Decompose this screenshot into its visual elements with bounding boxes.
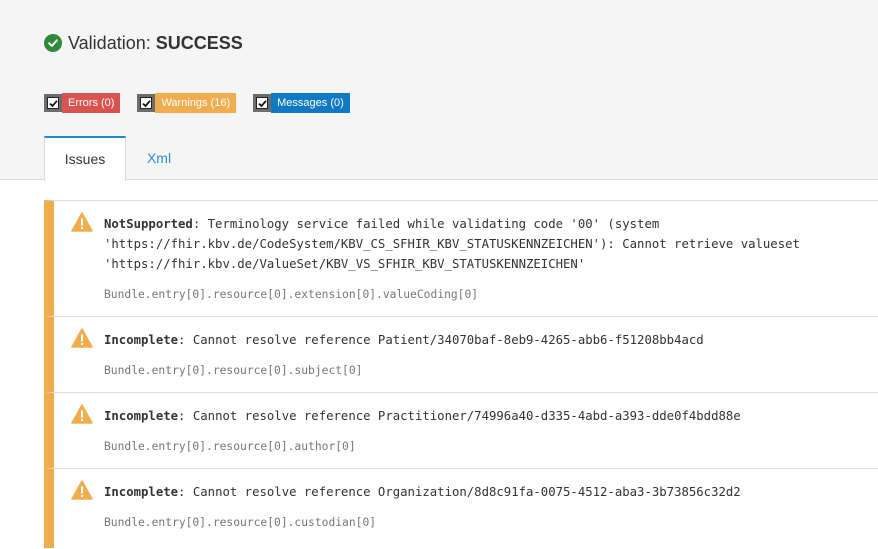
validation-label: Validation: xyxy=(68,32,151,53)
warnings-checkbox[interactable] xyxy=(137,94,156,112)
issue-item: Incomplete: Cannot resolve reference Pat… xyxy=(44,316,878,392)
issue-type: Incomplete xyxy=(104,409,179,423)
result-tabs: Issues Xml xyxy=(0,136,878,181)
issue-item: Incomplete: Cannot resolve reference Pra… xyxy=(44,392,878,468)
checkmark-icon xyxy=(256,97,269,109)
issue-path: Bundle.entry[0].resource[0].author[0] xyxy=(104,440,356,453)
issues-list: NotSupported: Terminology service failed… xyxy=(44,200,878,548)
issue-path: Bundle.entry[0].resource[0].subject[0] xyxy=(104,364,363,377)
warning-icon xyxy=(71,212,93,232)
issue-path: Bundle.entry[0].resource[0].extension[0]… xyxy=(104,288,479,301)
issue-type: Incomplete xyxy=(104,333,179,347)
validation-title: Validation: SUCCESS xyxy=(44,30,243,56)
severity-filters: Errors (0) Warnings (16) Messages (0) xyxy=(44,93,367,113)
checkmark-icon xyxy=(140,97,153,109)
validation-status: SUCCESS xyxy=(155,32,243,53)
issue-type: Incomplete xyxy=(104,485,179,499)
issue-item: Incomplete: Cannot resolve reference Org… xyxy=(44,468,878,548)
warning-icon xyxy=(71,328,93,348)
tab-issues[interactable]: Issues xyxy=(44,136,126,181)
issue-text: : Cannot resolve reference Practitioner/… xyxy=(178,409,741,423)
issue-message: Incomplete: Cannot resolve reference Pat… xyxy=(104,330,868,350)
warnings-filter[interactable]: Warnings (16) xyxy=(137,93,237,113)
checkmark-icon xyxy=(47,97,59,109)
issue-text: : Terminology service failed while valid… xyxy=(104,217,808,271)
issue-text: : Cannot resolve reference Patient/34070… xyxy=(178,333,704,347)
issue-message: Incomplete: Cannot resolve reference Org… xyxy=(104,482,868,502)
errors-label[interactable]: Errors (0) xyxy=(62,93,121,113)
issue-item: NotSupported: Terminology service failed… xyxy=(44,200,878,316)
errors-checkbox[interactable] xyxy=(44,94,62,112)
issue-type: NotSupported xyxy=(104,217,193,231)
messages-checkbox[interactable] xyxy=(253,94,272,112)
warning-icon xyxy=(71,404,93,424)
warnings-label[interactable]: Warnings (16) xyxy=(155,93,237,113)
messages-filter[interactable]: Messages (0) xyxy=(253,93,350,113)
issue-path: Bundle.entry[0].resource[0].custodian[0] xyxy=(104,516,377,529)
check-circle-icon xyxy=(44,34,62,52)
issue-message: NotSupported: Terminology service failed… xyxy=(104,214,868,274)
messages-label[interactable]: Messages (0) xyxy=(271,93,350,113)
issue-text: : Cannot resolve reference Organization/… xyxy=(178,485,741,499)
errors-filter[interactable]: Errors (0) xyxy=(44,93,121,113)
tab-xml[interactable]: Xml xyxy=(126,136,192,180)
issue-message: Incomplete: Cannot resolve reference Pra… xyxy=(104,406,868,426)
warning-icon xyxy=(71,480,93,500)
